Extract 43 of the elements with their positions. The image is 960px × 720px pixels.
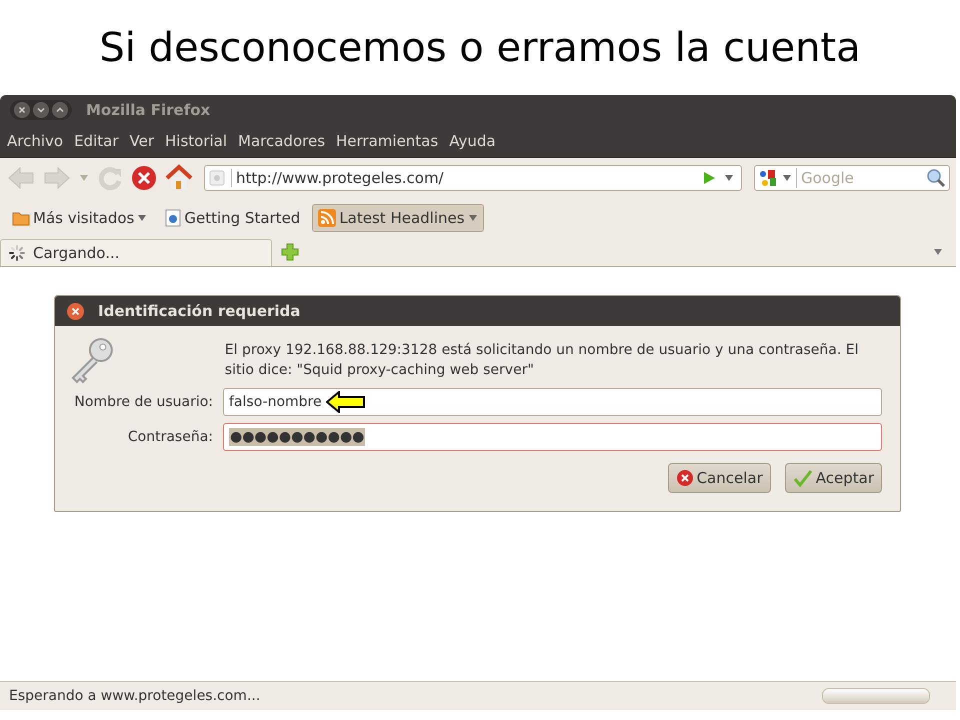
dialog-message: El proxy 192.168.88.129:3128 está solicitando un nombre de usuario y una contraseña. El sitio dice: "Squid proxy-caching web server": [224, 341, 860, 380]
new-tab-plus-icon[interactable]: [280, 242, 300, 262]
search-icon[interactable]: [926, 168, 946, 188]
close-icon[interactable]: [67, 302, 84, 320]
home-icon[interactable]: [164, 164, 194, 192]
field-label: Nombre de usuario:: [73, 394, 213, 410]
menu-item[interactable]: Editar: [74, 132, 118, 150]
window-title: Mozilla Firefox: [86, 101, 210, 119]
address-bar[interactable]: http://www.protegeles.com/: [204, 165, 742, 191]
dialog-title: Identificación requerida: [98, 302, 300, 320]
folder-icon: [12, 210, 30, 226]
menu-item[interactable]: Herramientas: [336, 132, 438, 150]
menu-item[interactable]: Ver: [130, 132, 154, 150]
menu-item[interactable]: Marcadores: [238, 132, 326, 150]
input-field[interactable]: falso-nombre: [223, 388, 882, 416]
menu-item[interactable]: Historial: [165, 132, 228, 150]
bookmark-item[interactable]: Latest Headlines: [312, 204, 484, 232]
search-bar[interactable]: Google: [754, 165, 950, 191]
close-icon[interactable]: [14, 102, 30, 118]
menu-item[interactable]: Archivo: [7, 132, 64, 150]
page-icon: [209, 170, 225, 186]
dropdown-caret-icon[interactable]: [781, 173, 793, 183]
cancel-icon: [676, 469, 694, 487]
input-field[interactable]: ●●●●●●●●●●●: [223, 423, 882, 451]
slide-title: Si desconocemos o erramos la cuenta: [98, 24, 862, 72]
search-engine-icon[interactable]: [758, 168, 778, 188]
stop-icon[interactable]: [130, 164, 158, 192]
feed-icon: [318, 209, 336, 227]
menu-item[interactable]: Ayuda: [449, 132, 496, 150]
status-text: Esperando a www.protegeles.com...: [9, 688, 260, 704]
cancel-button[interactable]: Cancelar: [668, 463, 771, 493]
bookmark-item[interactable]: Getting Started: [159, 204, 306, 232]
maximize-icon[interactable]: [52, 102, 68, 118]
dropdown-caret-icon[interactable]: [723, 173, 735, 183]
accept-button[interactable]: Aceptar: [784, 463, 882, 493]
page-icon: [165, 209, 182, 227]
browser-tab[interactable]: Cargando...: [0, 239, 272, 266]
bookmark-item[interactable]: Más visitados: [6, 204, 154, 232]
go-arrow-icon[interactable]: [701, 170, 717, 186]
minimize-icon[interactable]: [33, 102, 49, 118]
field-label: Contraseña:: [126, 429, 213, 445]
tab-list-caret-icon[interactable]: [932, 247, 944, 257]
checkmark-icon: [792, 469, 813, 487]
